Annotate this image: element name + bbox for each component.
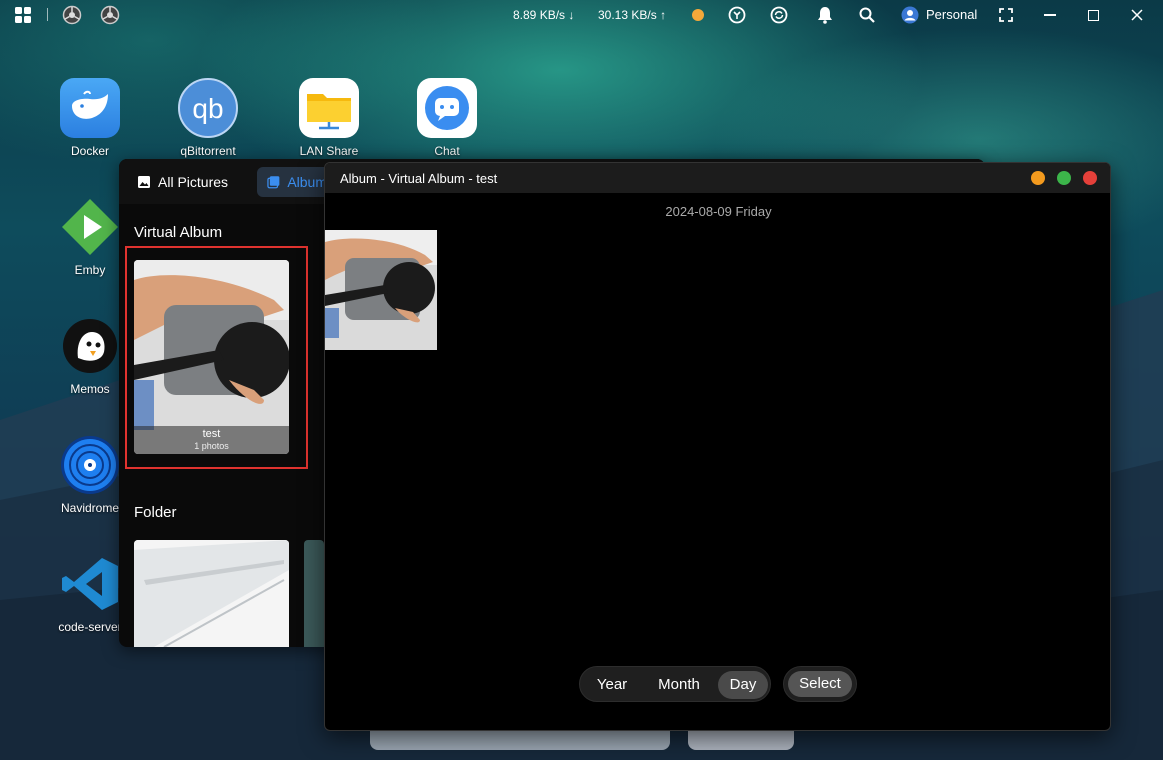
album-cover-image: [134, 260, 289, 454]
vscode-icon: [60, 554, 120, 614]
tab-label: Album: [287, 174, 327, 190]
search-icon[interactable]: [857, 5, 877, 25]
photo-thumbnail[interactable]: [325, 230, 437, 350]
desktop-icon-label: qBittorrent: [180, 144, 236, 158]
folder-heading: Folder: [134, 504, 177, 521]
view-mode-switcher: Year Month Day: [579, 666, 771, 702]
emby-icon: [60, 197, 120, 257]
user-avatar-icon[interactable]: [900, 5, 920, 25]
folder-share-icon: [299, 78, 359, 138]
upload-speed: 30.13 KB/s ↑: [598, 8, 667, 22]
chat-bubble-icon: [417, 78, 477, 138]
user-name[interactable]: Personal: [926, 7, 977, 22]
start-menu-icon[interactable]: [13, 5, 33, 25]
svg-text:qb: qb: [192, 93, 223, 124]
album-caption: test 1 photos: [134, 426, 289, 454]
qbittorrent-icon: qb: [178, 78, 238, 138]
album-name: test: [202, 428, 221, 440]
tab-label: All Pictures: [158, 174, 229, 190]
taskbar-separator: [47, 8, 48, 21]
album-card-test[interactable]: test 1 photos: [134, 260, 289, 454]
refresh-icon[interactable]: [769, 5, 789, 25]
album-icon: [267, 176, 280, 189]
select-button[interactable]: Select: [783, 666, 857, 702]
notification-bell-icon[interactable]: [815, 5, 835, 25]
image-icon: [138, 176, 150, 188]
select-button-label: Select: [788, 671, 852, 697]
desktop-icon-label: Chat: [434, 144, 460, 158]
desktop-icon-qbittorrent[interactable]: qb qBittorrent: [158, 78, 258, 158]
folder-thumbnail[interactable]: [134, 540, 289, 647]
maximize-icon[interactable]: [1083, 5, 1103, 25]
maximize-button[interactable]: [1057, 171, 1071, 185]
view-month-button[interactable]: Month: [648, 671, 710, 699]
view-day-button[interactable]: Day: [718, 671, 768, 699]
desktop-icon-lan-share[interactable]: LAN Share: [279, 78, 379, 158]
arrow-down-icon: ↓: [568, 8, 575, 22]
window-title: Album - Virtual Album - test: [340, 171, 498, 186]
viewer-title-bar[interactable]: Album - Virtual Album - test: [325, 163, 1110, 193]
album-count: 1 photos: [194, 441, 229, 451]
view-year-button[interactable]: Year: [586, 671, 638, 699]
sync-icon[interactable]: [727, 5, 747, 25]
photo-image: [325, 230, 437, 350]
desktop-icon-label: Docker: [70, 144, 109, 158]
fullscreen-icon[interactable]: [996, 5, 1016, 25]
arrow-up-icon: ↑: [660, 8, 667, 22]
desktop-icon-docker[interactable]: Docker: [40, 78, 140, 158]
virtual-album-heading: Virtual Album: [134, 224, 223, 241]
app-shortcut-icon[interactable]: [62, 5, 82, 25]
folder-thumbnail[interactable]: [304, 540, 324, 647]
minimize-icon[interactable]: [1040, 5, 1060, 25]
album-viewer-window[interactable]: Album - Virtual Album - test 2024-08-09 …: [324, 162, 1111, 731]
tab-all-pictures[interactable]: All Pictures: [127, 167, 238, 197]
minimize-button[interactable]: [1031, 171, 1045, 185]
desktop-icon-label: LAN Share: [299, 144, 359, 158]
docker-icon: [60, 78, 120, 138]
close-icon[interactable]: [1127, 5, 1147, 25]
status-dot-icon[interactable]: [688, 5, 708, 25]
taskbar: 8.89 KB/s ↓ 30.13 KB/s ↑ Personal: [0, 0, 1163, 30]
memos-icon: [60, 316, 120, 376]
download-speed: 8.89 KB/s ↓: [513, 8, 575, 22]
folder-cover-image: [134, 540, 289, 647]
close-button[interactable]: [1083, 171, 1097, 185]
vinyl-record-icon: [60, 435, 120, 495]
desktop-icon-chat[interactable]: Chat: [397, 78, 497, 158]
app-shortcut-icon[interactable]: [100, 5, 120, 25]
date-group-label: 2024-08-09 Friday: [665, 204, 772, 219]
